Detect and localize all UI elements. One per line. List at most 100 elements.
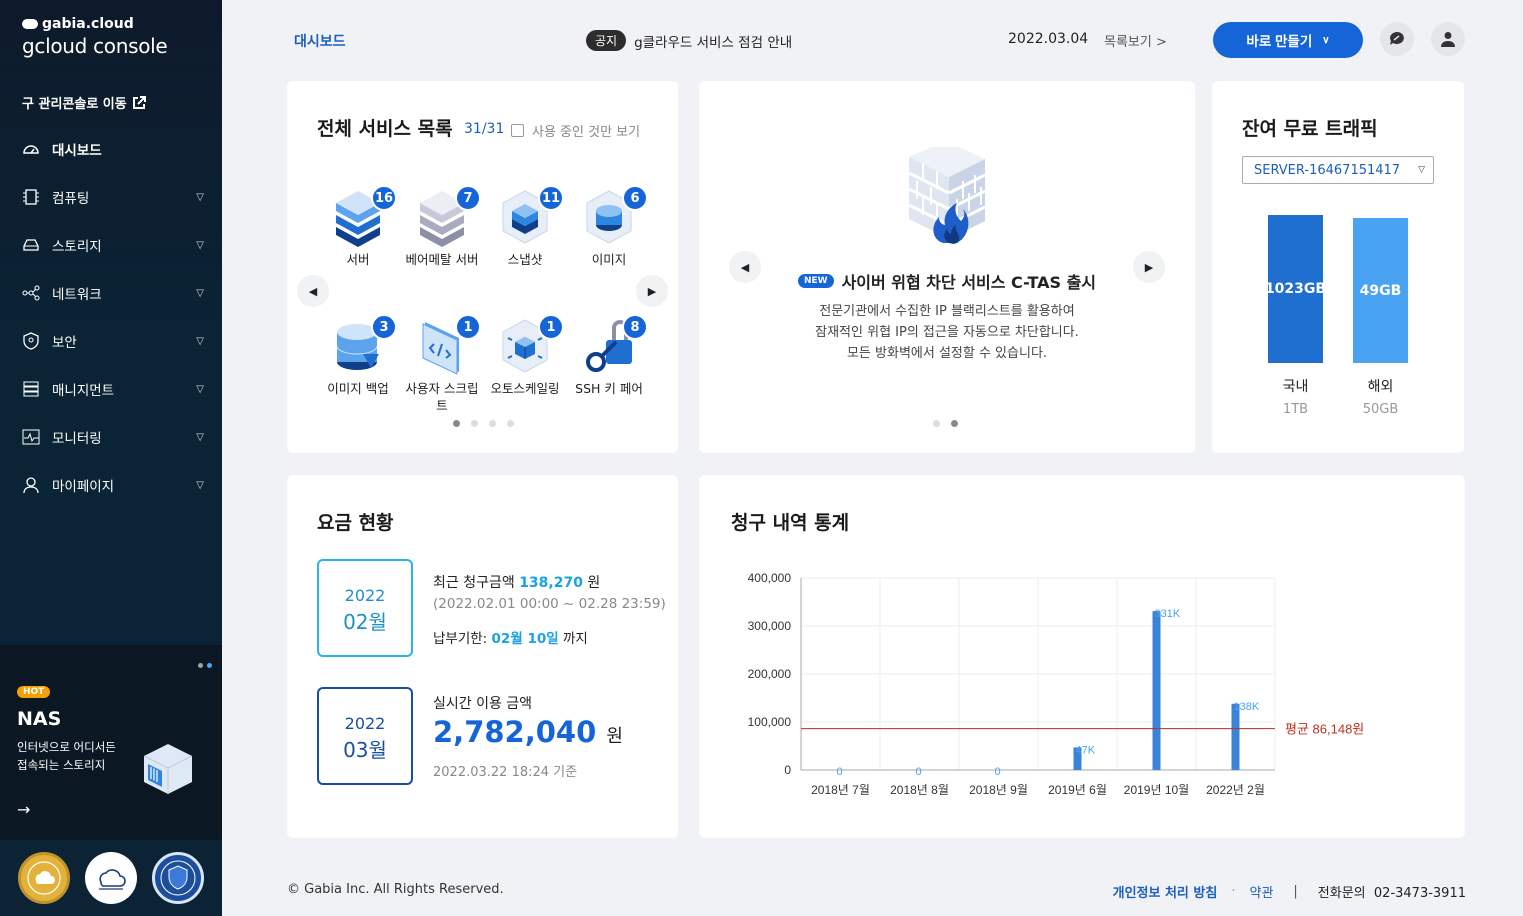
sidebar-item-dashboard[interactable]: 대시보드	[0, 125, 222, 173]
service-autoscaling[interactable]: 1 오토스케일링	[483, 314, 567, 397]
y-tick-label: 400,000	[748, 571, 792, 585]
drive-icon	[22, 236, 40, 254]
sidebar-item-mypage[interactable]: 마이페이지 ▽	[0, 461, 222, 509]
service-prev-button[interactable]: ◀	[297, 275, 329, 307]
terms-link[interactable]: 약관	[1249, 882, 1273, 901]
user-icon	[22, 476, 40, 494]
service-label: 베어메탈 서버	[405, 252, 479, 267]
account-button[interactable]	[1431, 22, 1465, 56]
promo-title: NAS	[17, 708, 62, 730]
news-card[interactable]: ◀ ▶ NEW 사이버 위협 차단 서비스 C-TAS 출시 전문기관에서 수집한…	[699, 81, 1195, 453]
billing-stats-card: 청구 내역 통계 0 100,000 200,000 300,000 400,000 0 2…	[699, 475, 1465, 838]
service-snapshot[interactable]: 11 스냅샷	[483, 185, 567, 268]
chevron-left-icon: ◀	[308, 284, 318, 298]
fee-title: 요금 현황	[317, 512, 394, 534]
sidebar-item-management[interactable]: 매니지먼트 ▽	[0, 365, 222, 413]
chevron-right-icon: ▶	[647, 284, 657, 298]
x-tick-label: 2018년 7월	[811, 783, 870, 797]
service-user-script[interactable]: 1 사용자 스크립트	[400, 314, 484, 414]
chat-button[interactable]	[1380, 22, 1414, 56]
notice-date: 2022.03.04	[1008, 31, 1089, 47]
sidebar-item-monitoring[interactable]: 모니터링 ▽	[0, 413, 222, 461]
list-icon	[22, 380, 40, 398]
sidebar-item-security[interactable]: 보안 ▽	[0, 317, 222, 365]
in-use-checkbox[interactable]	[511, 124, 524, 137]
notice-text[interactable]: g클라우드 서비스 점검 안내	[634, 31, 792, 51]
sidebar-item-computing[interactable]: 컴퓨팅 ▽	[0, 173, 222, 221]
overseas-traffic-bar: 49GB	[1353, 218, 1408, 363]
y-tick-label: 0	[784, 763, 791, 777]
chevron-down-icon: ▽	[196, 239, 204, 251]
sidebar-item-label: 컴퓨팅	[52, 191, 90, 207]
promo-pager[interactable]	[198, 663, 212, 668]
billing-chart: 0 100,000 200,000 300,000 400,000 0 2018년 7월 0 2…	[748, 571, 1365, 797]
service-next-button[interactable]: ▶	[636, 275, 668, 307]
service-count-badge: 16	[371, 185, 397, 211]
certification-badges	[0, 840, 222, 916]
arrow-right-icon[interactable]: →	[17, 800, 30, 819]
current-month-box: 2022 03월	[317, 687, 413, 785]
service-count: 31/31	[464, 121, 505, 137]
data-label: 331K	[1155, 608, 1181, 620]
notice-list-link[interactable]: 목록보기 >	[1104, 31, 1167, 50]
service-image-backup[interactable]: 3 이미지 백업	[316, 314, 400, 397]
fee-status-card: 요금 현황 2022 02월 최근 청구금액 138,270 원 (2022.02…	[287, 475, 678, 838]
sidebar-item-label: 매니지먼트	[52, 383, 115, 399]
chart-bar	[1152, 611, 1161, 770]
service-ssh-keypair[interactable]: 8 SSH 키 페어	[567, 314, 651, 397]
sidebar-item-label: 스토리지	[52, 239, 102, 255]
domestic-total: 1TB	[1282, 402, 1309, 417]
promo-description: 인터넷으로 어디서든 접속되는 스토리지	[17, 740, 116, 772]
current-usage-amount: 2,782,040 원	[433, 715, 623, 749]
promo-banner[interactable]: HOT NAS 인터넷으로 어디서든 접속되는 스토리지 →	[0, 645, 222, 840]
phone-label: 전화문의 02-3473-3911	[1317, 886, 1466, 901]
page-title[interactable]: 대시보드	[294, 31, 346, 51]
service-label: 서버	[346, 252, 370, 267]
notice-banner[interactable]: 공지 g클라우드 서비스 점검 안내	[586, 30, 792, 51]
hot-badge: HOT	[17, 686, 51, 698]
x-tick-label: 2018년 9월	[969, 783, 1028, 797]
y-tick-label: 100,000	[748, 715, 792, 729]
brand-main-text: gcloud console	[22, 34, 168, 58]
privacy-policy-link[interactable]: 개인정보 처리 방침	[1113, 882, 1218, 901]
traffic-title: 잔여 무료 트래픽	[1242, 118, 1378, 140]
sidebar-item-network[interactable]: 네트워크 ▽	[0, 269, 222, 317]
service-count-badge: 8	[622, 314, 648, 340]
service-list-title: 전체 서비스 목록	[317, 118, 453, 140]
shield-icon	[22, 332, 40, 350]
service-image[interactable]: 6 이미지	[567, 185, 651, 268]
server-select[interactable]: SERVER-16467151417 ▽	[1242, 156, 1434, 184]
service-pager[interactable]	[453, 420, 514, 427]
service-count-badge: 1	[538, 314, 564, 340]
in-use-filter[interactable]: 사용 중인 것만 보기	[511, 121, 640, 140]
chevron-down-icon: ▽	[196, 479, 204, 491]
domestic-label: 국내	[1282, 379, 1309, 395]
sidebar-item-storage[interactable]: 스토리지 ▽	[0, 221, 222, 269]
in-use-filter-label: 사용 중인 것만 보기	[532, 125, 641, 140]
sidebar-item-label: 대시보드	[52, 143, 102, 159]
external-link-icon	[132, 95, 146, 109]
chevron-down-icon: ▽	[196, 191, 204, 203]
footer-links: 개인정보 처리 방침 · 약관 | 전화문의 02-3473-3911	[1112, 882, 1466, 901]
service-baremetal[interactable]: 7 베어메탈 서버	[400, 185, 484, 268]
sidebar-item-label: 네트워크	[52, 287, 102, 303]
notice-tag: 공지	[586, 30, 627, 51]
quick-create-button[interactable]: 바로 만들기 ∨	[1213, 22, 1363, 58]
news-description: 전문기관에서 수집한 IP 블랙리스트를 활용하여 잠재적인 위협 IP의 접근을…	[815, 304, 1079, 361]
overseas-total: 50GB	[1362, 402, 1399, 417]
domestic-traffic-bar: 1023GB	[1265, 215, 1326, 363]
free-traffic-card: 잔여 무료 트래픽 SERVER-16467151417 ▽ 1023GB 49G…	[1212, 81, 1464, 453]
legacy-console-link[interactable]: 구 관리콘솔로 이동	[22, 93, 146, 112]
network-icon	[22, 284, 40, 302]
chevron-down-icon: ▽	[196, 335, 204, 347]
excellent-cloud-badge	[17, 852, 70, 904]
news-headline[interactable]: NEW 사이버 위협 차단 서비스 C-TAS 출시	[699, 269, 1195, 293]
csap-badge	[152, 852, 205, 904]
chevron-down-icon: ▽	[196, 287, 204, 299]
service-label: 이미지 백업	[327, 381, 389, 396]
service-count-badge: 3	[371, 314, 397, 340]
service-server[interactable]: 16 서버	[316, 185, 400, 268]
news-pager[interactable]	[933, 420, 958, 427]
brand-logo[interactable]: gabia.cloud gcloud console	[22, 16, 168, 58]
chart-bar	[1231, 703, 1240, 770]
